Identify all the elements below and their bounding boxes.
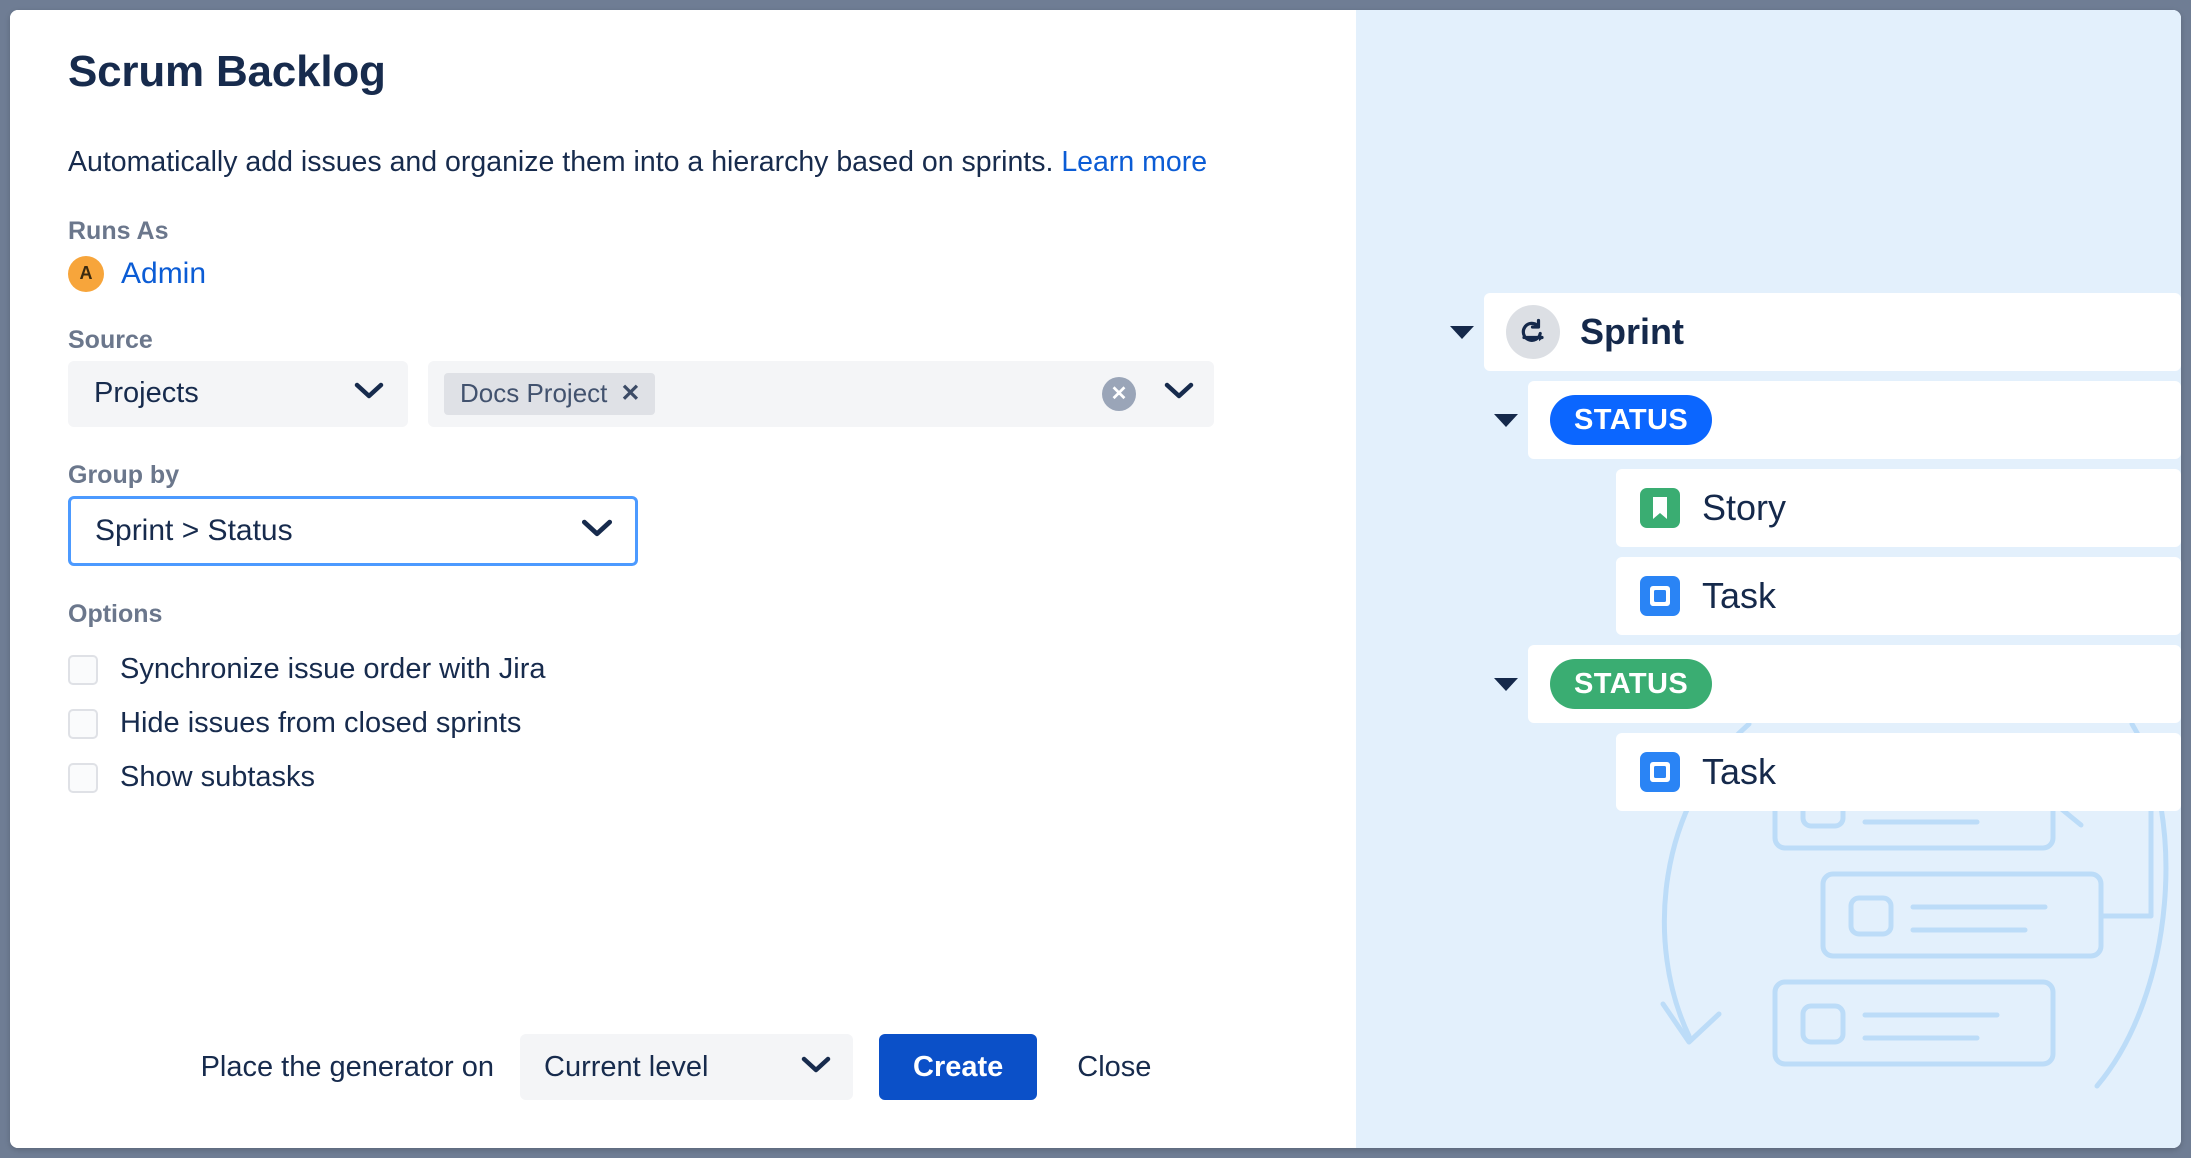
place-generator-label: Place the generator on bbox=[200, 1050, 494, 1083]
tree-node-sprint[interactable]: Sprint bbox=[1484, 293, 2181, 371]
tree-row: Task bbox=[1572, 733, 2181, 811]
clear-all-icon[interactable]: ✕ bbox=[1102, 376, 1136, 411]
option-hide-closed-sprints[interactable]: Hide issues from closed sprints bbox=[68, 697, 1300, 751]
tree-node-label: Task bbox=[1702, 575, 1777, 616]
option-label: Synchronize issue order with Jira bbox=[120, 653, 546, 686]
runs-as-user-link[interactable]: Admin bbox=[121, 257, 206, 291]
chevron-down-icon bbox=[581, 519, 613, 543]
page-title: Scrum Backlog bbox=[68, 47, 386, 96]
chevron-down-icon bbox=[801, 1056, 831, 1079]
task-icon bbox=[1638, 574, 1682, 618]
options-label: Options bbox=[68, 599, 163, 628]
tree-row: Story bbox=[1572, 469, 2181, 547]
preview-panel: Sprint STATUS Story Task STATUS Task bbox=[1356, 10, 2181, 1148]
create-button[interactable]: Create bbox=[879, 1034, 1038, 1100]
options-list: Synchronize issue order with Jira Hide i… bbox=[68, 643, 1300, 805]
source-type-select[interactable]: Projects bbox=[68, 360, 408, 427]
dialog-footer: Place the generator on Current level Cre… bbox=[10, 1034, 1356, 1100]
dialog-description: Automatically add issues and organize th… bbox=[68, 142, 1253, 182]
option-label: Hide issues from closed sprints bbox=[120, 707, 522, 740]
source-type-value: Projects bbox=[94, 377, 199, 410]
settings-panel: Scrum Backlog Automatically add issues a… bbox=[10, 10, 1356, 1148]
caret-down-icon[interactable] bbox=[1484, 411, 1528, 429]
avatar: A bbox=[68, 255, 104, 292]
learn-more-link[interactable]: Learn more bbox=[1061, 146, 1207, 178]
source-projects-multiselect[interactable]: Docs Project ✕ ✕ bbox=[428, 360, 1214, 427]
generator-level-select[interactable]: Current level bbox=[520, 1034, 853, 1100]
source-row: Projects Docs Project ✕ ✕ bbox=[68, 360, 1300, 427]
runs-as-label: Runs As bbox=[68, 216, 169, 245]
dialog-window: Scrum Backlog Automatically add issues a… bbox=[10, 10, 2181, 1148]
tree-node-label: Sprint bbox=[1580, 311, 1684, 352]
tree-node-task[interactable]: Task bbox=[1616, 733, 2181, 811]
checkbox[interactable] bbox=[68, 708, 98, 739]
caret-down-icon[interactable] bbox=[1484, 675, 1528, 693]
option-sync-issue-order[interactable]: Synchronize issue order with Jira bbox=[68, 643, 1300, 697]
chip-remove-icon[interactable]: ✕ bbox=[620, 381, 640, 406]
tree-row: STATUS bbox=[1484, 381, 2181, 459]
checkbox[interactable] bbox=[68, 654, 98, 685]
tree-node-task[interactable]: Task bbox=[1616, 557, 2181, 635]
tree-node-status-green[interactable]: STATUS bbox=[1528, 645, 2181, 723]
runs-as-row: A Admin bbox=[68, 255, 1300, 292]
group-by-select[interactable]: Sprint > Status bbox=[68, 495, 638, 566]
tree-node-status-blue[interactable]: STATUS bbox=[1528, 381, 2181, 459]
option-show-subtasks[interactable]: Show subtasks bbox=[68, 751, 1300, 805]
task-icon bbox=[1638, 750, 1682, 794]
description-text: Automatically add issues and organize th… bbox=[68, 146, 1054, 179]
tree-node-label: Task bbox=[1702, 751, 1777, 792]
status-badge: STATUS bbox=[1550, 659, 1713, 709]
sprint-icon bbox=[1506, 305, 1560, 359]
tree-node-story[interactable]: Story bbox=[1616, 469, 2181, 547]
caret-down-icon[interactable] bbox=[1440, 323, 1484, 341]
chevron-down-icon[interactable] bbox=[1164, 382, 1194, 405]
source-label: Source bbox=[68, 325, 153, 354]
chip-docs-project[interactable]: Docs Project ✕ bbox=[444, 372, 655, 415]
tree-row: Sprint bbox=[1440, 293, 2181, 371]
generator-level-value: Current level bbox=[544, 1050, 709, 1083]
chevron-down-icon bbox=[354, 382, 384, 405]
group-by-label: Group by bbox=[68, 460, 180, 489]
tree-row: STATUS bbox=[1484, 645, 2181, 723]
chip-label: Docs Project bbox=[460, 378, 608, 409]
group-by-value: Sprint > Status bbox=[95, 513, 293, 547]
tree-node-label: Story bbox=[1702, 487, 1787, 528]
status-badge: STATUS bbox=[1550, 395, 1713, 445]
hierarchy-preview-tree: Sprint STATUS Story Task STATUS Task bbox=[1440, 293, 2181, 821]
tree-row: Task bbox=[1572, 557, 2181, 635]
close-button[interactable]: Close bbox=[1063, 1051, 1165, 1084]
checkbox[interactable] bbox=[68, 762, 98, 793]
option-label: Show subtasks bbox=[120, 761, 316, 794]
story-icon bbox=[1638, 486, 1682, 530]
